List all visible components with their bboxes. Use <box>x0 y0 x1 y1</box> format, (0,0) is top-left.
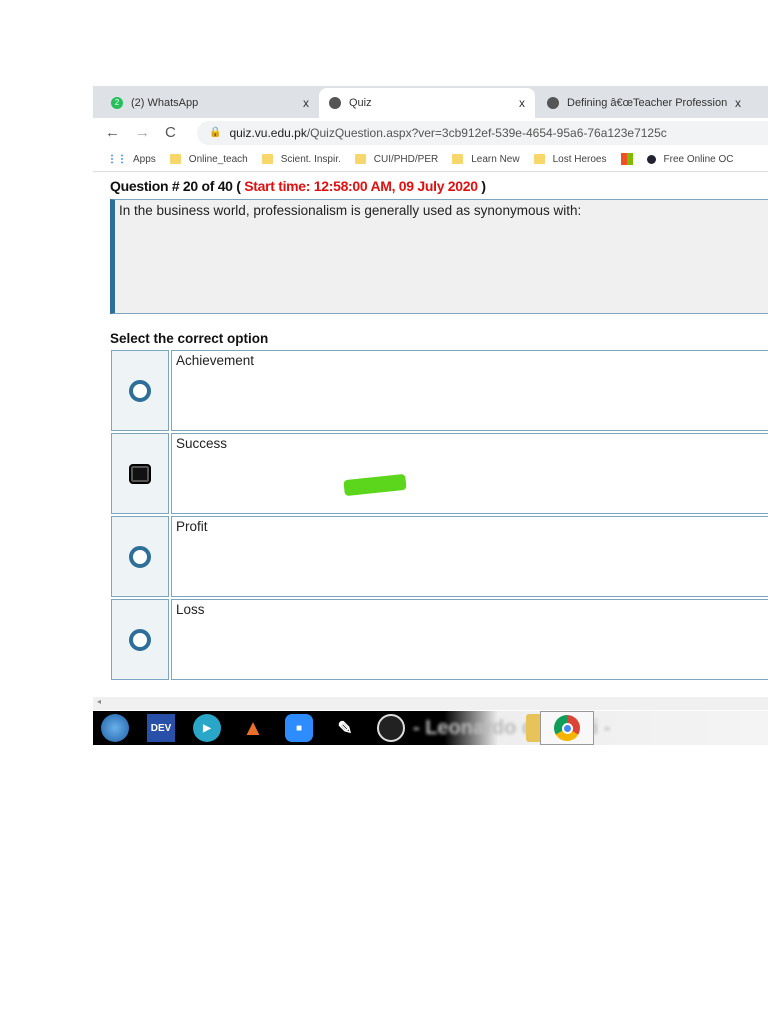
reload-icon[interactable]: C <box>165 124 183 141</box>
tab-label: (2) WhatsApp <box>131 97 199 109</box>
heading-paren: ) <box>481 178 486 194</box>
option-radio-success[interactable] <box>111 433 169 514</box>
scroll-left-icon[interactable]: ◂ <box>97 697 101 706</box>
chrome-taskbar-button[interactable] <box>540 711 594 745</box>
site-icon <box>646 154 656 164</box>
apps-grid-icon: ⋮⋮ <box>107 153 127 165</box>
folder-icon <box>261 154 273 164</box>
bookmark-scient[interactable]: Scient. Inspir. <box>261 153 341 165</box>
bookmark-label: Scient. Inspir. <box>280 153 341 165</box>
url-domain: quiz.vu.edu.pk <box>229 125 307 140</box>
lock-icon: 🔒 <box>209 127 222 138</box>
bookmark-lost-heroes[interactable]: Lost Heroes <box>533 153 607 165</box>
start-button-icon[interactable] <box>101 714 129 742</box>
globe-icon <box>329 97 341 109</box>
question-heading: Question # 20 of 40 ( Start time: 12:58:… <box>110 178 486 194</box>
bookmark-label: Free Online OC <box>663 153 734 165</box>
whatsapp-icon: 2 <box>111 97 123 109</box>
obs-icon[interactable] <box>377 714 405 742</box>
tab-quiz[interactable]: Quiz x <box>319 88 535 118</box>
bookmark-learn-new[interactable]: Learn New <box>452 153 520 165</box>
bookmark-label: Learn New <box>471 153 520 165</box>
microsoft-icon <box>620 153 633 165</box>
tab-bar: 2 (2) WhatsApp x Quiz x Defining â€œTeac… <box>93 86 768 118</box>
whiteboard-icon[interactable]: ✎ <box>331 714 359 742</box>
question-number: Question # 20 of 40 ( <box>110 178 241 194</box>
folder-icon <box>533 154 545 164</box>
option-profit[interactable]: Profit <box>171 516 768 597</box>
option-success[interactable]: Success <box>171 433 768 514</box>
url-input[interactable]: 🔒 quiz.vu.edu.pk/QuizQuestion.aspx?ver=3… <box>197 120 768 145</box>
option-radio-loss[interactable] <box>111 599 169 680</box>
radio-icon[interactable] <box>129 545 151 568</box>
option-radio-achievement[interactable] <box>111 350 169 431</box>
close-icon[interactable]: x <box>735 96 741 110</box>
address-bar-row: ← → C 🔒 quiz.vu.edu.pk/QuizQuestion.aspx… <box>93 118 768 147</box>
radio-icon[interactable] <box>129 379 151 402</box>
globe-icon <box>547 97 559 109</box>
tab-defining[interactable]: Defining â€œTeacher Profession x <box>537 88 751 118</box>
bookmark-label: Online_teach <box>188 153 248 165</box>
devcpp-icon[interactable]: DEV <box>147 714 175 742</box>
bookmark-label: Apps <box>133 153 156 165</box>
taskbar: DEV ▶ ▲ ■ ✎ - Leonardo da Vinci - <box>93 711 768 745</box>
folder-icon <box>169 154 181 164</box>
option-radio-profit[interactable] <box>111 516 169 597</box>
tab-label: Quiz <box>349 97 372 109</box>
close-icon[interactable]: x <box>303 96 309 110</box>
tab-label: Defining â€œTeacher Profession <box>567 97 727 109</box>
bookmark-microsoft[interactable] <box>620 153 633 165</box>
bookmark-cui[interactable]: CUI/PHD/PER <box>354 153 439 165</box>
radio-icon[interactable] <box>129 628 151 651</box>
bookmark-apps[interactable]: ⋮⋮ Apps <box>107 154 156 165</box>
start-time: Start time: 12:58:00 AM, 09 July 2020 <box>244 178 478 194</box>
folder-icon <box>354 154 366 164</box>
option-achievement[interactable]: Achievement <box>171 350 768 431</box>
radio-selected-icon[interactable] <box>129 463 151 484</box>
forward-icon[interactable]: → <box>135 124 153 141</box>
video-player-icon[interactable]: ▶ <box>193 714 221 742</box>
bookmarks-bar: ⋮⋮ Apps Online_teach Scient. Inspir. CUI/… <box>93 147 768 172</box>
bookmark-free-online[interactable]: Free Online OC <box>646 153 734 165</box>
option-loss[interactable]: Loss <box>171 599 768 680</box>
folder-icon <box>452 154 464 164</box>
back-icon[interactable]: ← <box>105 124 123 141</box>
bookmark-label: CUI/PHD/PER <box>373 153 439 165</box>
url-path: /QuizQuestion.aspx?ver=3cb912ef-539e-465… <box>306 125 667 140</box>
matlab-icon[interactable]: ▲ <box>239 714 267 742</box>
select-label: Select the correct option <box>110 331 269 346</box>
chrome-icon <box>554 715 580 741</box>
tab-whatsapp[interactable]: 2 (2) WhatsApp x <box>101 88 319 118</box>
bookmark-label: Lost Heroes <box>552 153 607 165</box>
zoom-icon[interactable]: ■ <box>285 714 313 742</box>
close-icon[interactable]: x <box>519 96 525 110</box>
question-text: In the business world, professionalism i… <box>110 199 768 314</box>
bookmark-online-teach[interactable]: Online_teach <box>169 153 248 165</box>
horizontal-scrollbar[interactable]: ◂ <box>93 697 768 710</box>
